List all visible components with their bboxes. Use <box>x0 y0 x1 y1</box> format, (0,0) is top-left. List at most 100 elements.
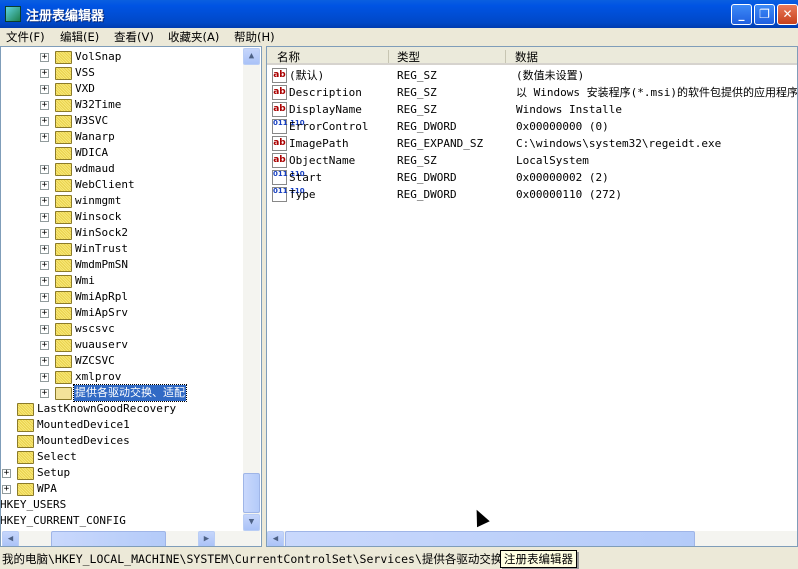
scrollbar-thumb[interactable] <box>285 531 695 546</box>
expand-icon[interactable]: + <box>2 485 11 494</box>
registry-tree[interactable]: + VolSnap + VSS + VXD + W32Time + W3SVC + Wanarp WDI… <box>0 46 262 547</box>
tree-item-label: wdmaud <box>75 162 115 175</box>
value-row[interactable]: ab ObjectName REG_SZ LocalSystem <box>267 152 797 169</box>
expand-icon[interactable]: + <box>40 165 49 174</box>
value-row[interactable]: ab ImagePath REG_EXPAND_SZ C:\windows\syste… <box>267 135 797 152</box>
scrollbar-thumb[interactable] <box>51 531 166 546</box>
folder-icon <box>55 51 72 64</box>
expand-icon[interactable]: + <box>40 69 49 78</box>
menu-edit[interactable]: 编辑(E) <box>60 29 99 45</box>
value-data: C:\windows\system32\regeidt.exe <box>516 137 722 150</box>
tree-item-label: W32Time <box>75 98 122 111</box>
folder-icon <box>55 195 72 208</box>
menu-favorites[interactable]: 收藏夹(A) <box>168 29 219 45</box>
expand-icon[interactable]: + <box>40 117 49 126</box>
expand-icon[interactable]: + <box>40 85 49 94</box>
status-path: 我的电脑\HKEY_LOCAL_MACHINE\SYSTEM\CurrentCo… <box>2 552 537 566</box>
value-name: ErrorControl <box>289 120 369 133</box>
value-type: REG_SZ <box>397 69 437 82</box>
tooltip: 注册表编辑器 <box>500 550 577 568</box>
scrollbar-thumb[interactable] <box>243 473 260 513</box>
value-name: Description <box>289 86 362 99</box>
tree-item-label: WPA <box>37 482 57 495</box>
close-button[interactable]: ✕ <box>777 4 798 25</box>
folder-icon <box>17 403 34 416</box>
tree-item-label: Wanarp <box>75 130 115 143</box>
tree-item-label: VXD <box>75 82 95 95</box>
value-row[interactable]: 011 110 Start REG_DWORD 0x00000002 (2) <box>267 169 797 186</box>
tree-item-label: LastKnownGoodRecovery <box>37 402 177 415</box>
minimize-button[interactable]: _ <box>731 4 752 25</box>
menu-bar: 文件(F) 编辑(E) 查看(V) 收藏夹(A) 帮助(H) <box>0 28 798 46</box>
folder-icon <box>55 243 72 256</box>
string-value-icon: ab <box>272 85 287 100</box>
tree-item-label: HKEY_USERS <box>0 498 67 511</box>
tree-item-label: Select <box>37 450 77 463</box>
scroll-left-icon[interactable]: ◀ <box>2 531 19 546</box>
status-bar: 我的电脑\HKEY_LOCAL_MACHINE\SYSTEM\CurrentCo… <box>0 549 798 569</box>
expand-icon[interactable]: + <box>40 197 49 206</box>
menu-view[interactable]: 查看(V) <box>114 29 154 45</box>
expand-icon[interactable]: + <box>40 229 49 238</box>
column-header-data[interactable]: 数据 <box>515 49 538 65</box>
value-row[interactable]: 011 110 Type REG_DWORD 0x00000110 (272) <box>267 186 797 203</box>
maximize-button[interactable]: ❐ <box>754 4 775 25</box>
column-divider <box>505 50 506 63</box>
value-data: 0x00000110 (272) <box>516 188 622 201</box>
scroll-left-icon[interactable]: ◀ <box>267 531 284 546</box>
folder-icon <box>55 67 72 80</box>
folder-icon <box>55 227 72 240</box>
list-header: 名称 类型 数据 <box>267 47 797 65</box>
menu-help[interactable]: 帮助(H) <box>234 29 275 45</box>
expand-icon[interactable]: + <box>2 469 11 478</box>
values-list[interactable]: 名称 类型 数据 ab (默认) REG_SZ (数值未设置) ab Descriptio… <box>266 46 798 547</box>
scroll-down-icon[interactable]: ▼ <box>243 514 260 531</box>
tree-item-label: 提供各驱动交换、适配 <box>73 384 187 402</box>
tree-item-label: WDICA <box>75 146 109 159</box>
expand-icon[interactable]: + <box>40 181 49 190</box>
expand-icon[interactable]: + <box>40 293 49 302</box>
folder-icon <box>17 467 34 480</box>
scroll-right-icon[interactable]: ▶ <box>198 531 215 546</box>
value-type: REG_DWORD <box>397 188 457 201</box>
tree-item-label: WebClient <box>75 178 135 191</box>
value-type: REG_SZ <box>397 154 437 167</box>
column-header-type[interactable]: 类型 <box>397 49 420 65</box>
expand-icon[interactable]: + <box>40 357 49 366</box>
expand-icon[interactable]: + <box>40 325 49 334</box>
value-row[interactable]: ab (默认) REG_SZ (数值未设置) <box>267 67 797 84</box>
tree-item-label: WmiApSrv <box>75 306 128 319</box>
expand-icon[interactable]: + <box>40 373 49 382</box>
folder-icon <box>55 115 72 128</box>
expand-icon[interactable]: + <box>40 341 49 350</box>
expand-icon[interactable]: + <box>40 133 49 142</box>
value-row[interactable]: 011 110 ErrorControl REG_DWORD 0x00000000 (… <box>267 118 797 135</box>
list-horizontal-scrollbar[interactable]: ◀ <box>267 531 797 546</box>
column-header-name[interactable]: 名称 <box>277 49 300 65</box>
tree-item-label: MountedDevice1 <box>37 418 130 431</box>
expand-icon[interactable]: + <box>40 245 49 254</box>
expand-icon[interactable]: + <box>40 213 49 222</box>
expand-icon[interactable]: + <box>40 309 49 318</box>
expand-icon[interactable]: + <box>40 277 49 286</box>
expand-icon[interactable]: + <box>40 261 49 270</box>
value-name: ImagePath <box>289 137 349 150</box>
expand-icon[interactable]: + <box>40 389 49 398</box>
expand-icon[interactable]: + <box>40 101 49 110</box>
folder-icon <box>55 163 72 176</box>
folder-icon <box>55 339 72 352</box>
value-name: Start <box>289 171 323 184</box>
expand-icon[interactable]: + <box>40 53 49 62</box>
tree-vertical-scrollbar[interactable]: ▲ ▼ <box>243 48 260 531</box>
folder-icon <box>55 211 72 224</box>
scroll-up-icon[interactable]: ▲ <box>243 48 260 65</box>
value-row[interactable]: ab Description REG_SZ 以 Windows 安装程序(*.msi)… <box>267 84 798 101</box>
value-data: Windows Installe <box>516 103 622 116</box>
value-data: 0x00000002 (2) <box>516 171 609 184</box>
menu-file[interactable]: 文件(F) <box>6 29 45 45</box>
tree-item-label: MountedDevices <box>37 434 130 447</box>
value-data: 以 Windows 安装程序(*.msi)的软件包提供的应用程序 <box>516 86 798 99</box>
value-row[interactable]: ab DisplayName REG_SZ Windows Installe <box>267 101 797 118</box>
tree-horizontal-scrollbar[interactable]: ◀ ▶ <box>2 531 260 546</box>
folder-icon <box>55 131 72 144</box>
